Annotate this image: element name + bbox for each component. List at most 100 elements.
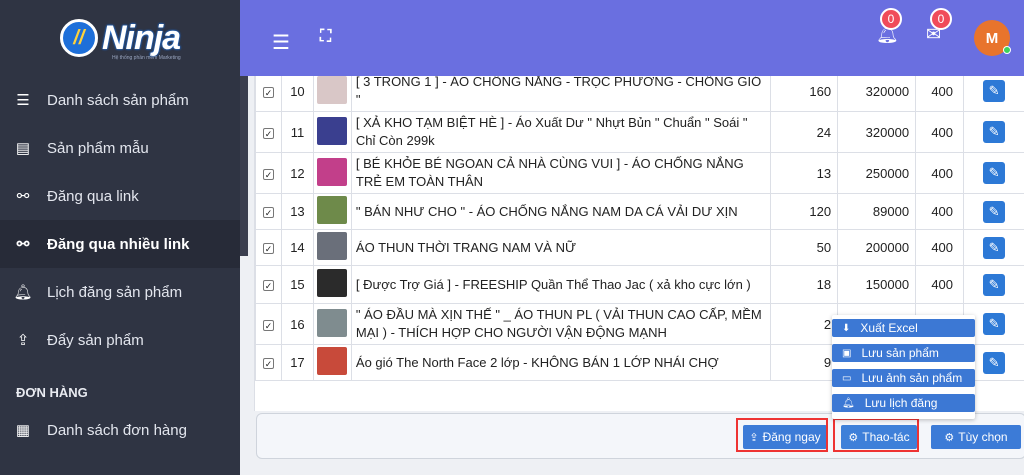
sidebar-item-post-via-link[interactable]: ⚯ Đăng qua link: [0, 172, 240, 220]
menu-item-export-excel[interactable]: ⬇ Xuất Excel: [832, 319, 975, 337]
product-name: " ÁO ĐẦU MÀ XỊN THẾ " _ ÁO THUN PL ( VẢI…: [350, 303, 772, 345]
product-weight: 400: [915, 193, 965, 230]
menu-item-save-schedule[interactable]: 🔔︎ Lưu lịch đăng: [832, 394, 975, 412]
edit-icon[interactable]: ✎: [983, 80, 1006, 102]
row-action-cell: ✎: [963, 193, 1024, 230]
product-name: ÁO THUN THỜI TRANG NAM VÀ NỮ: [350, 229, 772, 266]
sidebar-item-label: Sản phẩm mẫu: [47, 139, 149, 157]
product-thumbnail: [317, 232, 348, 260]
sidebar-item-product-list[interactable]: ☰ Danh sách sản phẩm: [0, 76, 240, 124]
link-icon: ⚯: [16, 236, 30, 253]
sidebar-item-label: Lịch đăng sản phẩm: [47, 283, 183, 301]
product-name: " BÁN NHƯ CHO " - ÁO CHỐNG NẮNG NAM DA C…: [350, 193, 772, 230]
product-thumbnail: [317, 308, 348, 337]
product-quantity: 18: [770, 265, 839, 304]
row-checkbox[interactable]: ✓: [262, 86, 274, 98]
list-alt-icon: ▦: [15, 422, 31, 439]
messages-icon[interactable]: ✉ 0: [926, 8, 952, 45]
row-thumbnail-cell: [312, 229, 352, 266]
product-price: 89000: [837, 193, 917, 230]
product-weight: 400: [915, 111, 965, 153]
link-icon: ⚯: [16, 188, 30, 205]
product-quantity: 2: [770, 303, 839, 345]
avatar[interactable]: M: [974, 20, 1011, 56]
row-checkbox-cell: ✓: [255, 76, 282, 112]
product-quantity: 24: [770, 111, 839, 153]
edit-icon[interactable]: ✎: [983, 313, 1006, 335]
sidebar-item-label: Danh sách đơn hàng: [47, 421, 187, 439]
sidebar-item-post-via-multiple-links[interactable]: ⚯ Đăng qua nhiều link: [0, 220, 240, 268]
hamburger-menu-icon[interactable]: ☰: [272, 30, 290, 55]
row-checkbox-cell: ✓: [255, 303, 282, 345]
product-name: [ XẢ KHO TẠM BIỆT HÈ ] - Áo Xuất Dư " Nh…: [350, 111, 772, 153]
product-name: [ BÉ KHỎE BÉ NGOAN CẢ NHÀ CÙNG VUI ] - Á…: [350, 152, 772, 194]
sidebar-item-sample-products[interactable]: ▤ Sản phẩm mẫu: [0, 124, 240, 172]
logo-badge-icon: //: [59, 19, 98, 57]
product-weight: 400: [915, 152, 965, 194]
logo[interactable]: // Ninja: [0, 0, 240, 76]
notifications-badge: 0: [880, 8, 902, 30]
table-row: ✓ 15 [ Được Trợ Giá ] - FREESHIP Quần Thể …: [255, 265, 1024, 304]
row-checkbox[interactable]: ✓: [262, 358, 274, 369]
row-action-cell: ✎: [963, 229, 1024, 266]
product-thumbnail: [317, 269, 348, 297]
edit-icon[interactable]: ✎: [983, 162, 1006, 184]
row-thumbnail-cell: [312, 344, 352, 381]
sidebar-item-label: Danh sách sản phẩm: [47, 91, 189, 109]
row-action-cell: ✎: [963, 76, 1024, 112]
table-row: ✓ 12 [ BÉ KHỎE BÉ NGOAN CẢ NHÀ CÙNG VUI ] …: [255, 152, 1024, 194]
row-checkbox-cell: ✓: [255, 193, 282, 230]
operations-dropdown-menu: ⬇ Xuất Excel ▣ Lưu sản phẩm ▭ Lưu ảnh sả…: [832, 315, 975, 419]
edit-icon[interactable]: ✎: [983, 236, 1006, 259]
sidebar-item-order-list[interactable]: ▦ Danh sách đơn hàng: [0, 406, 240, 454]
menu-item-save-product-images[interactable]: ▭ Lưu ảnh sản phẩm: [832, 369, 975, 387]
menu-item-label: Lưu lịch đăng: [864, 396, 938, 410]
product-weight: 400: [915, 229, 965, 266]
menu-item-save-product[interactable]: ▣ Lưu sản phẩm: [832, 344, 975, 362]
options-label: Tùy chọn: [958, 430, 1008, 444]
row-checkbox[interactable]: ✓: [262, 207, 274, 218]
row-number: 17: [280, 344, 314, 381]
product-thumbnail: [317, 196, 348, 224]
product-thumbnail: [317, 347, 348, 375]
notifications-bell-icon[interactable]: 🔔︎ 0: [876, 8, 902, 45]
highlight-operations: [833, 418, 919, 452]
fullscreen-icon[interactable]: ⛶: [320, 28, 331, 46]
row-number: 14: [280, 229, 314, 266]
topbar: ☰ ⛶ 🔔︎ 0 ✉ 0 M: [240, 0, 1024, 76]
product-thumbnail: [317, 157, 348, 186]
row-checkbox[interactable]: ✓: [262, 280, 274, 291]
product-quantity: 50: [770, 229, 839, 266]
product-quantity: 120: [770, 193, 839, 230]
row-action-cell: ✎: [963, 111, 1024, 153]
row-number: 10: [280, 76, 314, 112]
file-excel-icon: ▤: [15, 140, 31, 157]
row-checkbox[interactable]: ✓: [262, 243, 274, 254]
bell-icon: 🔔︎: [842, 397, 855, 409]
edit-icon[interactable]: ✎: [983, 121, 1006, 143]
edit-icon[interactable]: ✎: [983, 200, 1006, 223]
row-thumbnail-cell: [312, 111, 352, 153]
sidebar-item-post-schedule[interactable]: 🔔︎ Lịch đăng sản phẩm: [0, 268, 240, 316]
edit-icon[interactable]: ✎: [983, 273, 1006, 296]
highlight-post-now: [736, 418, 828, 452]
menu-item-label: Xuất Excel: [860, 321, 918, 335]
row-checkbox[interactable]: ✓: [262, 319, 274, 331]
options-button[interactable]: ⚙ Tùy chọn: [931, 425, 1021, 449]
product-name: [ Được Trợ Giá ] - FREESHIP Quần Thể Tha…: [350, 265, 772, 304]
row-thumbnail-cell: [312, 152, 352, 194]
table-row: ✓ 14 ÁO THUN THỜI TRANG NAM VÀ NỮ 50 200000 4…: [255, 229, 1024, 266]
edit-icon[interactable]: ✎: [983, 351, 1006, 374]
row-number: 13: [280, 193, 314, 230]
row-checkbox[interactable]: ✓: [262, 168, 274, 180]
row-number: 15: [280, 265, 314, 304]
row-checkbox-cell: ✓: [255, 265, 282, 304]
row-checkbox-cell: ✓: [255, 229, 282, 266]
row-checkbox[interactable]: ✓: [262, 127, 274, 139]
product-price: 320000: [837, 111, 917, 153]
row-thumbnail-cell: [312, 193, 352, 230]
sidebar-item-push-products[interactable]: ⇪ Đẩy sản phẩm: [0, 316, 240, 364]
sidebar-item-label: Đẩy sản phẩm: [47, 331, 144, 349]
brand-name: Ninja: [101, 18, 181, 57]
row-action-cell: ✎: [963, 265, 1024, 304]
